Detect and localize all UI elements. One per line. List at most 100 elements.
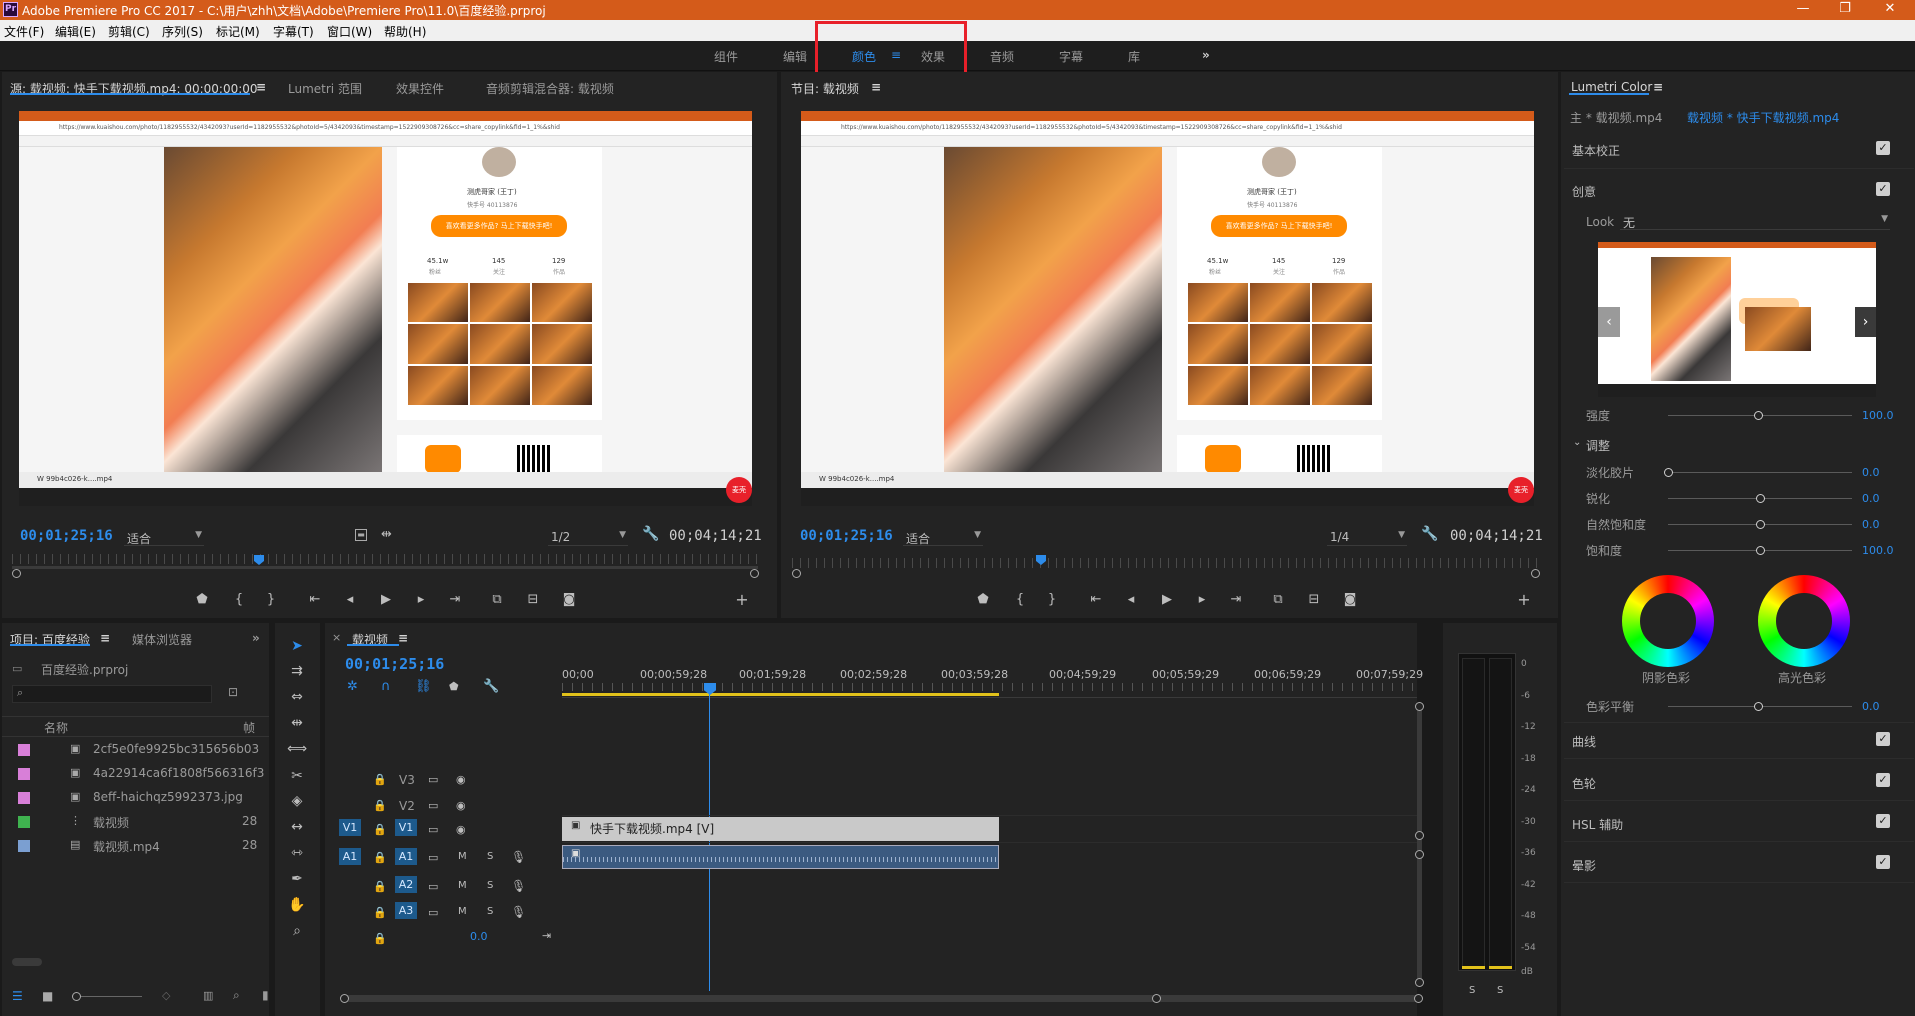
eye-icon[interactable]: ◉ (456, 773, 466, 786)
tab-program[interactable]: 节目: 载视频 (791, 80, 859, 97)
tab-project-menu-icon[interactable]: ≡ (100, 631, 110, 645)
source-playhead-timecode[interactable]: 00;01;25;16 (20, 528, 113, 544)
slide-tool-icon[interactable]: ⇿ (287, 845, 307, 865)
scroll-handle-mid[interactable] (1152, 994, 1161, 1003)
vscroll-handle[interactable] (1415, 702, 1424, 711)
solo-button[interactable]: S (487, 851, 493, 862)
section-basic-correction[interactable]: 基本校正 (1572, 142, 1620, 159)
menu-edit[interactable]: 编辑(E) (55, 23, 96, 40)
section-color-wheels[interactable]: 色轮 (1572, 775, 1596, 792)
track-target-a3[interactable]: A3 (395, 902, 417, 919)
lock-icon[interactable]: 🔒 (373, 851, 387, 864)
program-fit-dropdown[interactable]: 适合 ▼ (903, 530, 983, 546)
track-target-a1[interactable]: A1 (395, 848, 417, 865)
timeline-horizontal-scrollbar[interactable] (344, 995, 1418, 1002)
source-fit-dropdown[interactable]: 适合 ▼ (124, 530, 204, 546)
microphone-icon[interactable]: 🎙 (511, 905, 526, 919)
source-time-ruler[interactable] (12, 554, 758, 564)
source-resolution-dropdown[interactable]: 1/2 ▼ (548, 530, 628, 546)
mark-out-icon[interactable]: } (261, 592, 281, 607)
rate-stretch-tool-icon[interactable]: ⟺ (287, 741, 307, 761)
menu-clip[interactable]: 剪辑(C) (108, 23, 150, 40)
workspace-more-icon[interactable]: » (1202, 48, 1210, 62)
step-back-icon[interactable]: ◂ (340, 592, 360, 607)
razor-blade-icon[interactable]: ◈ (287, 793, 307, 813)
look-prev-button[interactable]: ‹ (1598, 307, 1620, 337)
adjust-slider-knob[interactable] (1756, 494, 1765, 503)
extract-icon[interactable]: ⊟ (1304, 592, 1324, 607)
section-creative[interactable]: 创意 (1572, 183, 1596, 200)
automate-icon[interactable]: ▥ (203, 989, 213, 1002)
video-clip[interactable]: ▣ 快手下载视频.mp4 [V] (562, 817, 999, 841)
mark-out-icon[interactable]: } (1042, 592, 1062, 607)
go-to-in-icon[interactable]: ⇤ (305, 592, 325, 607)
mute-button[interactable]: M (458, 880, 467, 891)
audio-clip[interactable]: ▣ (562, 845, 999, 869)
add-marker-icon[interactable]: ⬟ (973, 592, 993, 607)
workspace-audio[interactable]: 音频 (990, 48, 1014, 65)
close-sequence-icon[interactable]: × (332, 631, 341, 644)
lock-icon[interactable]: 🔒 (373, 932, 387, 945)
timeline-settings-wrench-icon[interactable]: 🔧 (483, 679, 499, 694)
project-scrollbar[interactable] (12, 958, 42, 966)
solo-button[interactable]: S (487, 906, 493, 917)
workspace-libraries[interactable]: 库 (1128, 48, 1140, 65)
color-wheels-checkbox[interactable]: ✓ (1876, 773, 1890, 787)
tab-effect-controls[interactable]: 效果控件 (396, 80, 444, 97)
add-marker-icon[interactable]: ⬟ (192, 592, 212, 607)
project-search-input[interactable]: ⌕ (12, 685, 212, 703)
workspace-assembly[interactable]: 组件 (714, 48, 738, 65)
list-item[interactable]: ▤ 载视频.mp4 28 (2, 836, 264, 855)
go-to-in-icon[interactable]: ⇤ (1086, 592, 1106, 607)
camera-icon[interactable]: ◙ (1340, 592, 1360, 607)
linked-selection-icon[interactable]: ⛓ (415, 679, 432, 694)
work-area-bar[interactable] (562, 693, 999, 696)
zoom-tool-icon[interactable]: ⌕ (287, 923, 307, 943)
snap-magnet-icon[interactable]: ∩ (381, 679, 391, 694)
lock-icon[interactable]: 🔒 (373, 799, 387, 812)
step-back-icon[interactable]: ◂ (1121, 592, 1141, 607)
sync-lock-icon[interactable]: ▭ (428, 906, 438, 919)
list-item[interactable]: ▣ 2cf5e0fe9925bc315656b03 (2, 740, 264, 759)
scroll-handle-left[interactable] (340, 994, 349, 1003)
look-dropdown[interactable]: 无 ▼ (1620, 214, 1890, 230)
zoom-right-handle[interactable] (1531, 569, 1540, 578)
go-to-out-icon[interactable]: ⇥ (445, 592, 465, 607)
timeline-ruler[interactable]: 00;00 00;00;59;28 00;01;59;28 00;02;59;2… (562, 663, 1423, 697)
adjust-slider-knob[interactable] (1756, 546, 1765, 555)
menu-title[interactable]: 字幕(T) (273, 23, 314, 40)
mute-button[interactable]: M (458, 906, 467, 917)
workspace-titles[interactable]: 字幕 (1059, 48, 1083, 65)
lumetri-source-clip[interactable]: 主 * 载视频.mp4 (1570, 109, 1662, 126)
adjust-slider-value[interactable]: 0.0 (1862, 518, 1880, 531)
tab-lumetri-scopes[interactable]: Lumetri 范围 (288, 80, 362, 97)
button-editor-plus-icon[interactable]: + (732, 590, 752, 609)
adjust-slider-value[interactable]: 100.0 (1862, 544, 1894, 557)
list-view-icon[interactable]: ☰ (12, 989, 23, 1003)
overwrite-icon[interactable]: ⊟ (523, 592, 543, 607)
lumetri-target-clip[interactable]: 载视频 * 快手下载视频.mp4 (1687, 109, 1839, 126)
ripple-edit-tool-icon[interactable]: ⇔ (287, 689, 307, 709)
source-patch-v1[interactable]: V1 (339, 819, 361, 836)
sync-lock-icon[interactable]: ▭ (428, 773, 438, 786)
track-target-a2[interactable]: A2 (395, 876, 417, 893)
go-to-end-icon[interactable]: ⇥ (542, 929, 551, 942)
intensity-value[interactable]: 100.0 (1862, 409, 1894, 422)
scroll-handle-right[interactable] (1414, 994, 1423, 1003)
insert-icon[interactable]: ⧉ (487, 592, 507, 607)
solo-button[interactable]: S (487, 880, 493, 891)
insert-overlay-icon[interactable]: ⇹ (381, 527, 392, 542)
creative-checkbox[interactable]: ✓ (1876, 182, 1890, 196)
tab-program-menu-icon[interactable]: ≡ (871, 80, 881, 94)
lock-icon[interactable]: 🔒 (373, 906, 387, 919)
balance-slider-knob[interactable] (1754, 702, 1763, 711)
adjust-slider-track[interactable] (1668, 472, 1852, 473)
close-button[interactable]: ✕ (1870, 0, 1910, 20)
program-time-ruler[interactable] (792, 558, 1538, 568)
eye-icon[interactable]: ◉ (456, 799, 466, 812)
eye-icon[interactable]: ◉ (456, 823, 466, 836)
project-more-icon[interactable]: » (252, 631, 260, 645)
lock-icon[interactable]: 🔒 (373, 823, 387, 836)
balance-value[interactable]: 0.0 (1862, 700, 1880, 713)
zoom-left-handle[interactable] (792, 569, 801, 578)
